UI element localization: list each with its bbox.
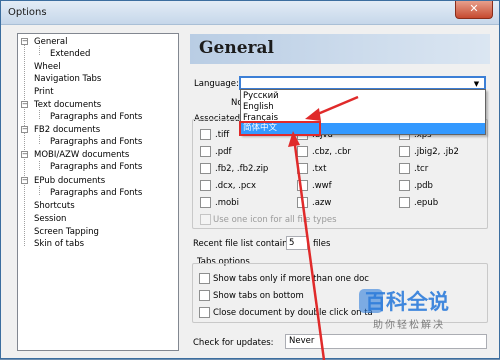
arrow-head bbox=[288, 131, 300, 147]
options-window: Options ✕ − General Extended Wheel Navig… bbox=[0, 0, 500, 360]
watermark-subtitle: 助你轻松解决 bbox=[373, 320, 445, 331]
arrow-head bbox=[305, 108, 321, 121]
watermark-title: 百科全说 bbox=[365, 290, 449, 314]
arrow-line bbox=[292, 137, 326, 360]
watermark-logo: 百科全说 助你轻松解决 bbox=[359, 285, 500, 333]
